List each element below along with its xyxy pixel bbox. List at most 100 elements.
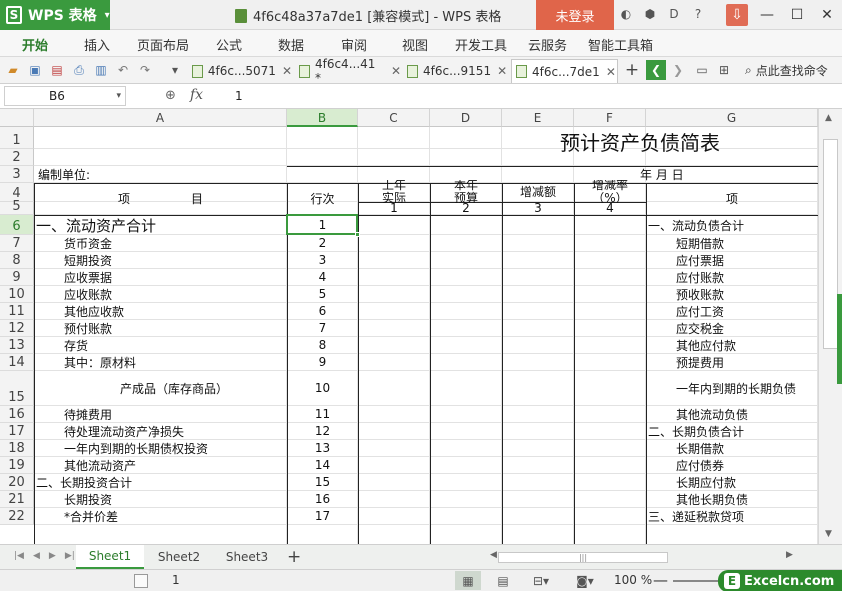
login-button[interactable]: 未登录 [536, 0, 614, 30]
prev-sheet-icon[interactable]: ◀ [33, 551, 40, 561]
row-header-15[interactable]: 15 [0, 371, 34, 406]
scroll-right-icon[interactable]: ▶ [786, 550, 793, 560]
row-header-17[interactable]: 17 [0, 423, 34, 440]
chevron-left-icon[interactable]: ❮ [646, 60, 666, 80]
chevron-right-icon[interactable]: ❯ [668, 60, 688, 80]
menu-smart-toolbox[interactable]: 智能工具箱 [588, 35, 653, 54]
row-header-5[interactable]: 5 [0, 199, 34, 215]
scroll-down-icon[interactable]: ▼ [825, 529, 832, 539]
redo-icon[interactable]: ↷ [137, 62, 153, 78]
column-header-a[interactable]: A [34, 109, 287, 127]
row-header-16[interactable]: 16 [0, 406, 34, 423]
command-search[interactable]: ⌕ 点此查找命令 [745, 62, 828, 79]
normal-view-icon[interactable]: ▦ [455, 571, 481, 590]
scroll-left-icon[interactable]: ◀ [490, 550, 497, 560]
print-icon[interactable]: ⎙ [71, 62, 87, 78]
row-header-22[interactable]: 22 [0, 508, 34, 525]
menu-cloud[interactable]: 云服务 [528, 35, 567, 54]
close-icon[interactable]: ✕ [282, 64, 292, 78]
close-icon[interactable]: ✕ [812, 0, 842, 30]
hexagon-icon[interactable]: ⬢ [642, 6, 658, 22]
row-header-6[interactable]: 6 [0, 215, 34, 235]
wps-menu-button[interactable]: S WPS 表格 ▾ [0, 0, 110, 30]
doc-tab-2[interactable]: 4f6c4...41 * ✕ [295, 57, 401, 85]
column-header-d[interactable]: D [430, 109, 502, 127]
menu-view[interactable]: 视图 [402, 35, 428, 54]
row-header-7[interactable]: 7 [0, 235, 34, 252]
row-header-8[interactable]: 8 [0, 252, 34, 269]
horizontal-scrollbar[interactable]: ◀ ||| ▶ [478, 550, 808, 564]
doc-tab-4[interactable]: 4f6c...7de1 ✕ [511, 59, 618, 83]
undo-icon[interactable]: ↶ [115, 62, 131, 78]
zoom-out-icon[interactable]: — [653, 571, 668, 589]
minimize-icon[interactable]: — [752, 0, 782, 30]
row-header-9[interactable]: 9 [0, 269, 34, 286]
page-break-view-icon[interactable]: ▤ [490, 571, 516, 590]
pin-icon[interactable]: ⊞ [714, 60, 734, 80]
export-pdf-icon[interactable]: ▤ [49, 62, 65, 78]
active-cell-selection[interactable] [286, 214, 360, 237]
feedback-icon[interactable]: D [666, 6, 682, 22]
horizontal-scroll-thumb[interactable]: ||| [498, 552, 668, 563]
row-header-19[interactable]: 19 [0, 457, 34, 474]
row-header-2[interactable]: 2 [0, 149, 34, 166]
spreadsheet-grid[interactable]: A B C D E F G 1 2 3 4 5 6 7 8 9 10 11 12 13 14 15 16 17 18 19 20 21… [0, 109, 818, 544]
eye-protection-icon[interactable]: ◙▾ [572, 571, 598, 590]
doc-tab-1[interactable]: 4f6c...5071 ✕ [188, 59, 292, 83]
export-icon[interactable]: ⇩ [726, 4, 748, 26]
add-sheet-button[interactable]: + [287, 547, 301, 567]
close-icon[interactable]: ✕ [606, 65, 616, 79]
menu-page-layout[interactable]: 页面布局 [137, 35, 189, 54]
sheet-tab-3[interactable]: Sheet3 [214, 545, 280, 569]
row-header-11[interactable]: 11 [0, 303, 34, 320]
column-header-g[interactable]: G [646, 109, 818, 127]
skin-icon[interactable]: ◐ [618, 6, 634, 22]
sheet-tab-1[interactable]: Sheet1 [76, 545, 144, 569]
first-sheet-icon[interactable]: |◀ [14, 551, 24, 561]
page-icon[interactable] [134, 574, 148, 588]
row-header-1[interactable]: 1 [0, 127, 34, 149]
menu-data[interactable]: 数据 [278, 35, 304, 54]
menu-insert[interactable]: 插入 [84, 35, 110, 54]
maximize-icon[interactable]: ☐ [782, 0, 812, 30]
menu-formula[interactable]: 公式 [216, 35, 242, 54]
column-header-f[interactable]: F [574, 109, 646, 127]
last-sheet-icon[interactable]: ▶| [65, 551, 75, 561]
vertical-scroll-thumb[interactable] [823, 139, 838, 349]
column-header-e[interactable]: E [502, 109, 574, 127]
close-icon[interactable]: ✕ [391, 64, 401, 78]
side-panel-toggle[interactable] [837, 294, 842, 384]
scroll-up-icon[interactable]: ▲ [825, 113, 832, 123]
menu-home[interactable]: 开始 [22, 35, 48, 54]
doc-tab-3[interactable]: 4f6c...9151 ✕ [403, 59, 509, 83]
menu-developer[interactable]: 开发工具 [455, 35, 507, 54]
row-header-18[interactable]: 18 [0, 440, 34, 457]
zoom-formula-icon[interactable]: ⊕ [165, 88, 176, 103]
help-icon[interactable]: ? [690, 6, 706, 22]
row-header-12[interactable]: 12 [0, 320, 34, 337]
function-icon[interactable]: fx [190, 87, 203, 103]
vertical-scrollbar[interactable]: ▲ ▼ [818, 109, 842, 544]
save-icon[interactable]: ▣ [27, 62, 43, 78]
column-header-c[interactable]: C [358, 109, 430, 127]
row-header-3[interactable]: 3 [0, 166, 34, 183]
name-box[interactable]: B6 ▾ [4, 86, 126, 106]
window-list-icon[interactable]: ▭ [692, 60, 712, 80]
close-icon[interactable]: ✕ [497, 64, 507, 78]
fill-handle[interactable] [355, 232, 360, 237]
next-sheet-icon[interactable]: ▶ [49, 551, 56, 561]
row-header-14[interactable]: 14 [0, 354, 34, 371]
row-header-20[interactable]: 20 [0, 474, 34, 491]
row-header-13[interactable]: 13 [0, 337, 34, 354]
select-all-corner[interactable] [0, 109, 34, 127]
column-header-b[interactable]: B [287, 109, 358, 127]
row-header-21[interactable]: 21 [0, 491, 34, 508]
open-folder-icon[interactable]: ▰ [5, 62, 21, 78]
zoom-level[interactable]: 100 % [614, 573, 652, 587]
formula-input[interactable]: 1 [225, 86, 837, 106]
add-tab-icon[interactable]: + [622, 60, 642, 80]
menu-review[interactable]: 审阅 [341, 35, 367, 54]
chevron-down-icon[interactable]: ▾ [167, 62, 183, 78]
row-header-10[interactable]: 10 [0, 286, 34, 303]
print-preview-icon[interactable]: ▥ [93, 62, 109, 78]
